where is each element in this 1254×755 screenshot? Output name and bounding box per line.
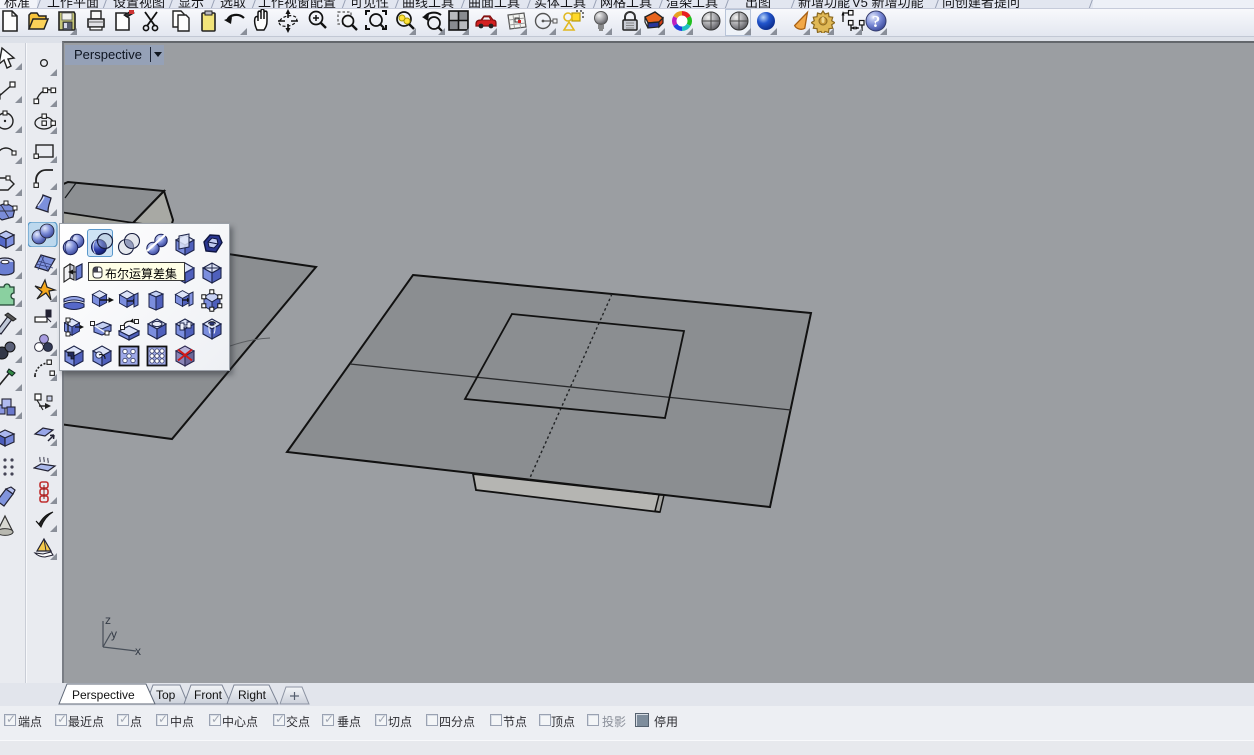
svg-text:实体工具: 实体工具 <box>534 0 586 9</box>
svg-text:向创建者提问: 向创建者提问 <box>942 0 1020 9</box>
svg-text:显示: 显示 <box>178 0 204 9</box>
svg-text:可见性: 可见性 <box>350 0 389 9</box>
svg-text:设置视图: 设置视图 <box>113 0 165 9</box>
svg-text:渲染工具: 渲染工具 <box>666 0 718 9</box>
svg-text:工作视窗配置: 工作视窗配置 <box>258 0 336 9</box>
svg-text:标准: 标准 <box>4 0 30 9</box>
svg-text:V5 新增功能: V5 新增功能 <box>852 0 924 9</box>
svg-text:曲线工具: 曲线工具 <box>402 0 454 9</box>
svg-text:y: y <box>111 627 117 641</box>
svg-text:Top: Top <box>156 688 176 702</box>
svg-text:Perspective: Perspective <box>72 688 135 702</box>
svg-text:网格工具: 网格工具 <box>600 0 652 9</box>
svg-text:z: z <box>105 613 111 627</box>
svg-text:?: ? <box>872 12 881 31</box>
svg-text:选取: 选取 <box>220 0 246 9</box>
svg-text:Front: Front <box>194 688 223 702</box>
svg-text:x: x <box>135 644 141 658</box>
svg-text:Right: Right <box>238 688 267 702</box>
svg-text:曲面工具: 曲面工具 <box>468 0 520 9</box>
svg-text:工作平面: 工作平面 <box>47 0 99 9</box>
svg-text:出图: 出图 <box>745 0 771 9</box>
svg-text:新增功能: 新增功能 <box>798 0 850 9</box>
